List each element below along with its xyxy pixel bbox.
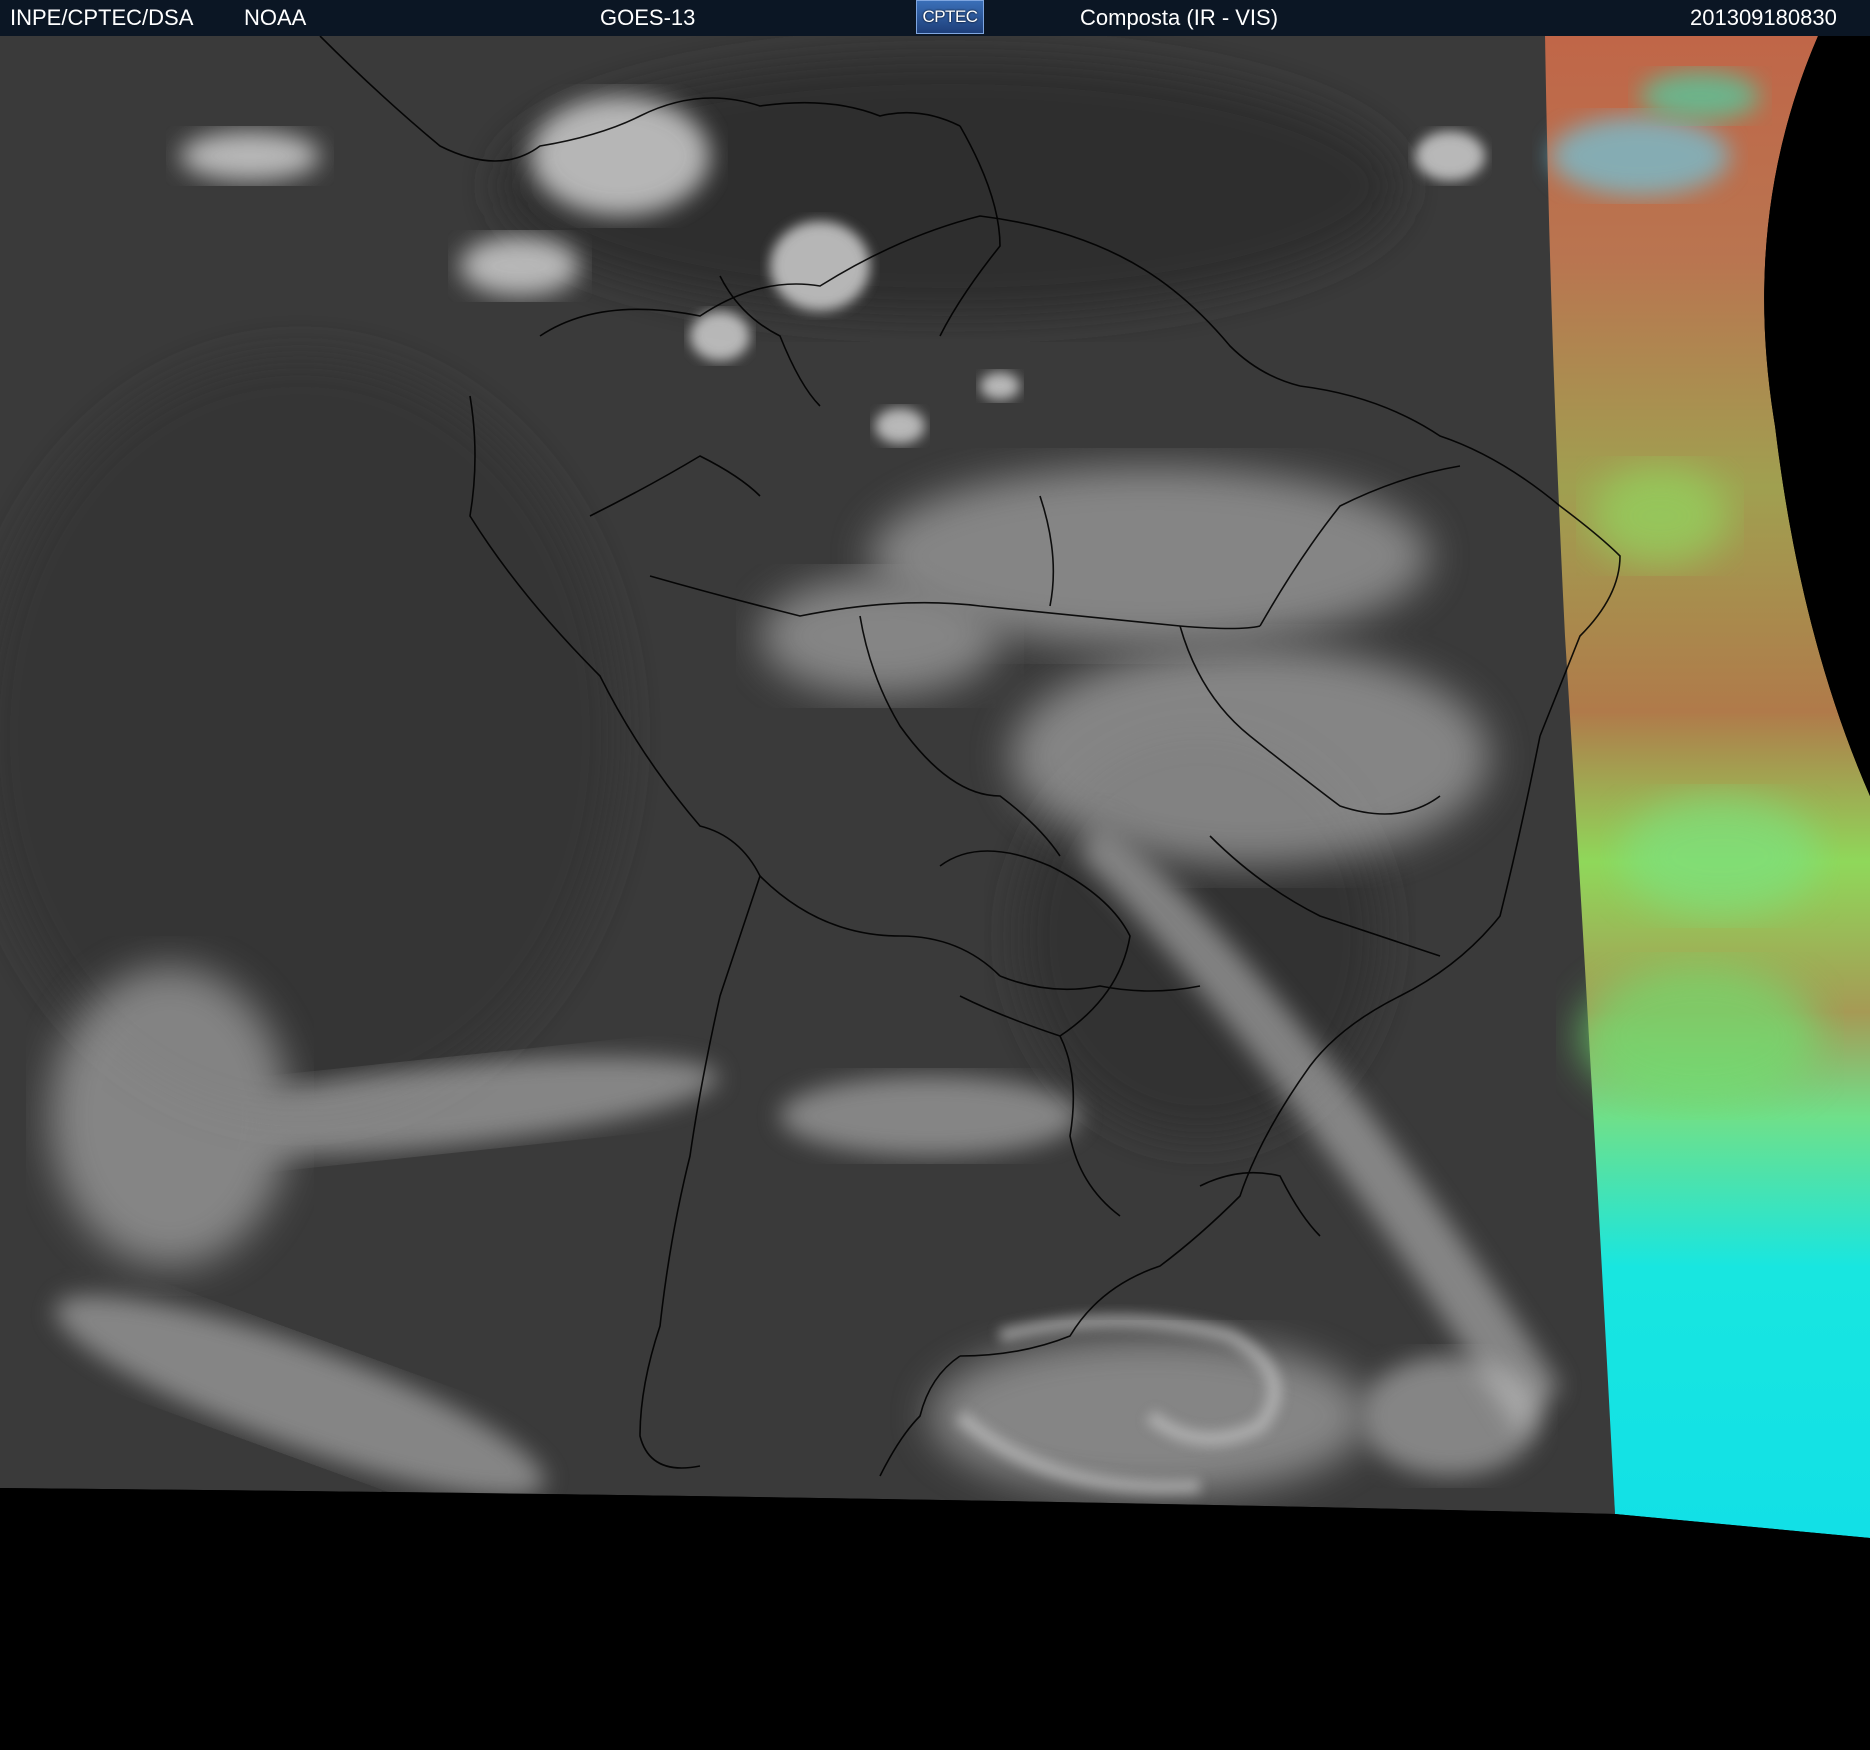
cptec-logo-icon: CPTEC — [916, 0, 984, 34]
satellite-label: GOES-13 — [600, 5, 696, 30]
space-bottom — [0, 1488, 1870, 1750]
satellite-map — [0, 36, 1870, 1750]
timestamp-label: 201309180830 — [1690, 5, 1837, 30]
header-bar: INPE/CPTEC/DSA NOAA GOES-13 CPTEC Compos… — [0, 0, 1870, 36]
product-label: Composta (IR - VIS) — [1080, 5, 1279, 30]
satellite-image — [0, 36, 1870, 1750]
logo-text: CPTEC — [922, 7, 978, 26]
institution-label: INPE/CPTEC/DSA — [10, 5, 194, 30]
agency-label: NOAA — [244, 5, 307, 30]
